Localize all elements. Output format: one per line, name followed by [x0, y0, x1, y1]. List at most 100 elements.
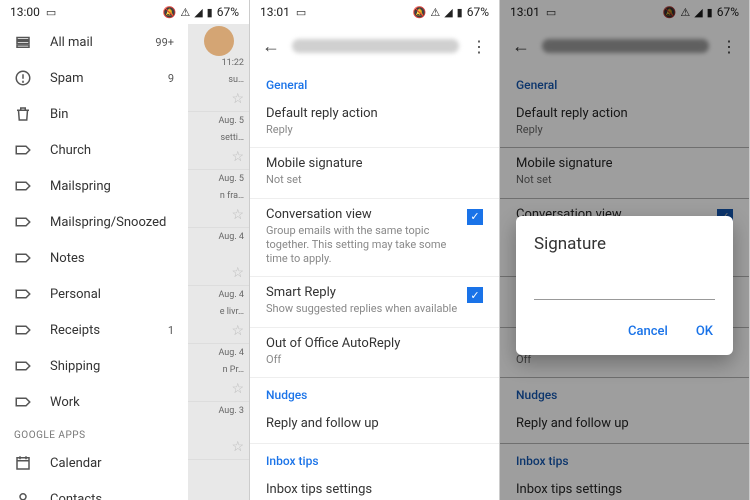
- star-icon: ☆: [231, 149, 244, 165]
- setting-title: Smart Reply: [266, 285, 459, 300]
- vibrate-icon: 🔕: [413, 6, 427, 19]
- status-bar: 13:01▭ 🔕⚠◢▮67%: [250, 0, 499, 24]
- dialog-title: Signature: [534, 234, 715, 254]
- drawer-label: Receipts: [50, 323, 150, 338]
- status-bar: 13:00 ▭ 🔕⚠ ◢ ▮ 67%: [0, 0, 249, 24]
- settings-list[interactable]: General Default reply action Reply Mobil…: [250, 68, 499, 500]
- drawer-label: Church: [50, 143, 156, 158]
- account-email-blurred: [292, 39, 459, 53]
- section-google-apps: Google Apps: [0, 420, 188, 445]
- setting-mobile-signature[interactable]: Mobile signature Not set: [250, 148, 499, 198]
- drawer-item-shipping[interactable]: Shipping: [0, 348, 188, 384]
- inbox-row-peek: Aug. 4 e livr… ☆: [188, 286, 250, 344]
- drawer-item-spam[interactable]: Spam 9: [0, 60, 188, 96]
- star-icon: ☆: [231, 91, 244, 107]
- drawer-label: Mailspring/Snoozed: [50, 215, 166, 230]
- spam-icon: [14, 69, 32, 87]
- drawer-item-personal[interactable]: Personal: [0, 276, 188, 312]
- avatar: [204, 26, 234, 56]
- tag-icon: [14, 249, 32, 267]
- battery-icon: ▮: [207, 6, 213, 19]
- star-icon: ☆: [231, 439, 244, 455]
- drawer-count: 9: [168, 72, 174, 85]
- inbox-row-peek: 11:22 su… ☆: [188, 54, 250, 112]
- drawer-label: Spam: [50, 71, 150, 86]
- drawer-label: Mailspring: [50, 179, 156, 194]
- setting-default-reply-action[interactable]: Default reply action Reply: [250, 98, 499, 148]
- battery-text: 67%: [217, 5, 239, 19]
- inbox-row-peek: Aug. 5 n fra… ☆: [188, 170, 250, 228]
- drawer-item-work[interactable]: Work: [0, 384, 188, 420]
- inbox-row-peek: Aug. 5 setti… ☆: [188, 112, 250, 170]
- calendar-notif-icon: ▭: [296, 6, 306, 19]
- section-general: General: [250, 68, 499, 98]
- drawer-label: All mail: [50, 35, 137, 50]
- star-icon: ☆: [231, 265, 244, 281]
- tag-icon: [14, 141, 32, 159]
- checkbox-checked-icon[interactable]: ✓: [467, 287, 483, 303]
- setting-inbox-tips[interactable]: Inbox tips settings: [250, 474, 499, 500]
- wifi-off-icon: ⚠: [430, 6, 440, 19]
- tag-icon: [14, 321, 32, 339]
- star-icon: ☆: [231, 381, 244, 397]
- drawer-label: Personal: [50, 287, 156, 302]
- panel-drawer: 13:00 ▭ 🔕⚠ ◢ ▮ 67% 11:22 su… ☆ Aug. 5 setti……: [0, 0, 250, 500]
- drawer-item-bin[interactable]: Bin: [0, 96, 188, 132]
- tag-icon: [14, 285, 32, 303]
- drawer-item-church[interactable]: Church: [0, 132, 188, 168]
- inbox-row-peek: Aug. 4 n Pr… ☆: [188, 344, 250, 402]
- setting-title: Mobile signature: [266, 156, 483, 171]
- panel-dialog: 13:01▭ 🔕⚠◢▮67% ← ⋮ General Default reply…: [500, 0, 750, 500]
- bin-icon: [14, 105, 32, 123]
- battery-icon: ▮: [457, 6, 463, 19]
- setting-sub: Not set: [266, 173, 483, 187]
- setting-smart-reply[interactable]: Smart Reply Show suggested replies when …: [250, 277, 499, 327]
- drawer-item-mailspring[interactable]: Mailspring: [0, 168, 188, 204]
- status-time: 13:01: [260, 5, 290, 19]
- drawer-count: 99+: [155, 36, 174, 49]
- drawer-item-contacts[interactable]: Contacts: [0, 481, 188, 500]
- drawer-label: Notes: [50, 251, 156, 266]
- tag-icon: [14, 177, 32, 195]
- calendar-notif-icon: ▭: [46, 6, 56, 19]
- drawer-count: 1: [168, 324, 174, 337]
- setting-title: Default reply action: [266, 106, 483, 121]
- setting-title: Conversation view: [266, 207, 459, 222]
- nav-drawer: All mail 99+ Spam 9 Bin Church Mailsprin…: [0, 24, 188, 500]
- section-inbox-tips: Inbox tips: [250, 444, 499, 474]
- drawer-item-mailspring-snoozed[interactable]: Mailspring/Snoozed: [0, 204, 188, 240]
- drawer-item-notes[interactable]: Notes: [0, 240, 188, 276]
- setting-sub: Reply: [266, 123, 483, 137]
- setting-reply-follow-up[interactable]: Reply and follow up: [250, 408, 499, 444]
- ok-button[interactable]: OK: [694, 318, 715, 345]
- drawer-label: Contacts: [50, 492, 174, 500]
- setting-out-of-office-autoreply[interactable]: Out of Office AutoReply Off: [250, 328, 499, 378]
- drawer-item-all-mail[interactable]: All mail 99+: [0, 24, 188, 60]
- inbox-row-peek: Aug. 3 ☆: [188, 402, 250, 460]
- panel-settings: 13:01▭ 🔕⚠◢▮67% ← ⋮ General Default reply…: [250, 0, 500, 500]
- inbox-row-peek: Aug. 4 ☆: [188, 228, 250, 286]
- drawer-item-calendar[interactable]: Calendar: [0, 445, 188, 481]
- drawer-label: Bin: [50, 107, 156, 122]
- checkbox-checked-icon[interactable]: ✓: [467, 209, 483, 225]
- wifi-off-icon: ⚠: [180, 6, 190, 19]
- setting-sub: Group emails with the same topic togethe…: [266, 224, 459, 267]
- drawer-item-receipts[interactable]: Receipts 1: [0, 312, 188, 348]
- cancel-button[interactable]: Cancel: [626, 318, 670, 345]
- setting-sub: Show suggested replies when available: [266, 302, 459, 316]
- back-icon[interactable]: ←: [262, 36, 280, 57]
- signature-input[interactable]: [534, 280, 715, 300]
- setting-title: Out of Office AutoReply: [266, 336, 483, 351]
- tag-icon: [14, 393, 32, 411]
- setting-sub: Off: [266, 353, 483, 367]
- more-icon[interactable]: ⋮: [471, 37, 487, 56]
- status-time: 13:00: [10, 5, 40, 19]
- star-icon: ☆: [231, 207, 244, 223]
- setting-conversation-view[interactable]: Conversation view Group emails with the …: [250, 199, 499, 278]
- section-nudges: Nudges: [250, 378, 499, 408]
- signal-icon: ◢: [194, 6, 202, 19]
- signal-icon: ◢: [444, 6, 452, 19]
- calendar-icon: [14, 454, 32, 472]
- stack-icon: [14, 33, 32, 51]
- vibrate-icon: 🔕: [163, 6, 177, 19]
